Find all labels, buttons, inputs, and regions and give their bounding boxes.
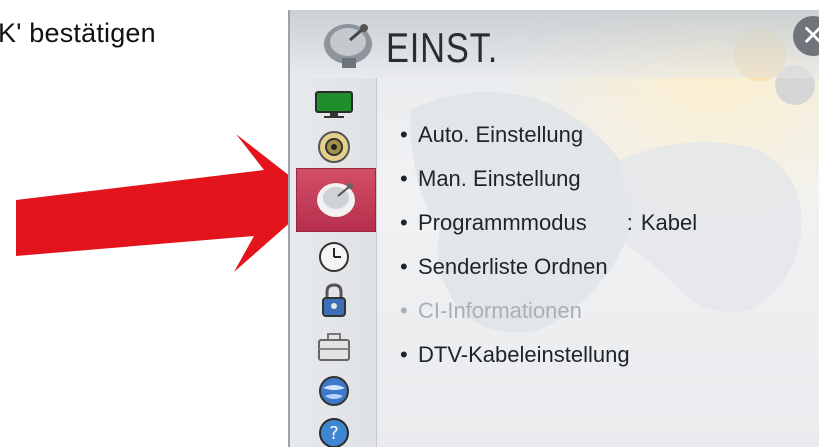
menu-item-ci-info: • CI-Informationen [400, 298, 582, 324]
sidebar-item-options[interactable] [300, 326, 368, 368]
settings-menu: • Auto. Einstellung • Man. Einstellung • Pr… [400, 10, 819, 447]
screenshot-page: K' bestätigen EINST. ✕ [0, 0, 819, 447]
menu-item-dtv-cable-setup[interactable]: • DTV-Kabeleinstellung [400, 342, 630, 368]
menu-item-label: Senderliste Ordnen [418, 254, 608, 279]
menu-bullet: • [400, 210, 408, 235]
menu-bullet: • [400, 254, 408, 279]
svg-text:?: ? [329, 423, 339, 444]
program-mode-value: Kabel [640, 210, 698, 235]
sidebar-item-support[interactable]: ? [300, 412, 368, 447]
menu-item-label: Auto. Einstellung [418, 122, 584, 147]
menu-item-label: Programmmodus [418, 210, 587, 235]
menu-bullet: • [400, 166, 408, 191]
instruction-text: K' bestätigen [0, 18, 156, 48]
menu-item-label: Man. Einstellung [418, 166, 581, 191]
menu-item-auto-setup[interactable]: • Auto. Einstellung [400, 122, 583, 148]
sidebar-item-audio[interactable] [300, 126, 368, 168]
sidebar-item-channels[interactable] [296, 168, 376, 232]
satellite-dish-icon [317, 183, 355, 217]
sidebar-item-network[interactable] [300, 370, 368, 412]
speaker-icon [318, 131, 350, 163]
clock-icon [319, 242, 349, 272]
menu-item-separator: : [626, 210, 633, 235]
menu-item-program-mode[interactable]: • Programmmodus: Kabel [400, 210, 697, 236]
menu-bullet: • [400, 122, 408, 147]
sidebar-item-picture[interactable] [300, 84, 368, 126]
lock-icon [322, 283, 346, 317]
menu-item-manual-setup[interactable]: • Man. Einstellung [400, 166, 581, 192]
satellite-dish-icon [324, 24, 372, 68]
sidebar-item-lock[interactable] [300, 280, 368, 322]
menu-item-channel-list[interactable]: • Senderliste Ordnen [400, 254, 608, 280]
menu-item-label: CI-Informationen [418, 298, 582, 323]
menu-item-label: DTV-Kabeleinstellung [418, 342, 630, 367]
sidebar-item-time[interactable] [300, 236, 368, 278]
globe-icon [319, 376, 349, 406]
picture-icon [315, 91, 353, 118]
help-icon: ? [319, 418, 349, 447]
settings-sidebar: ? [290, 78, 377, 447]
tv-settings-screen: EINST. ✕ [288, 10, 819, 447]
menu-bullet: • [400, 298, 408, 323]
briefcase-icon [318, 333, 350, 361]
menu-bullet: • [400, 342, 408, 367]
